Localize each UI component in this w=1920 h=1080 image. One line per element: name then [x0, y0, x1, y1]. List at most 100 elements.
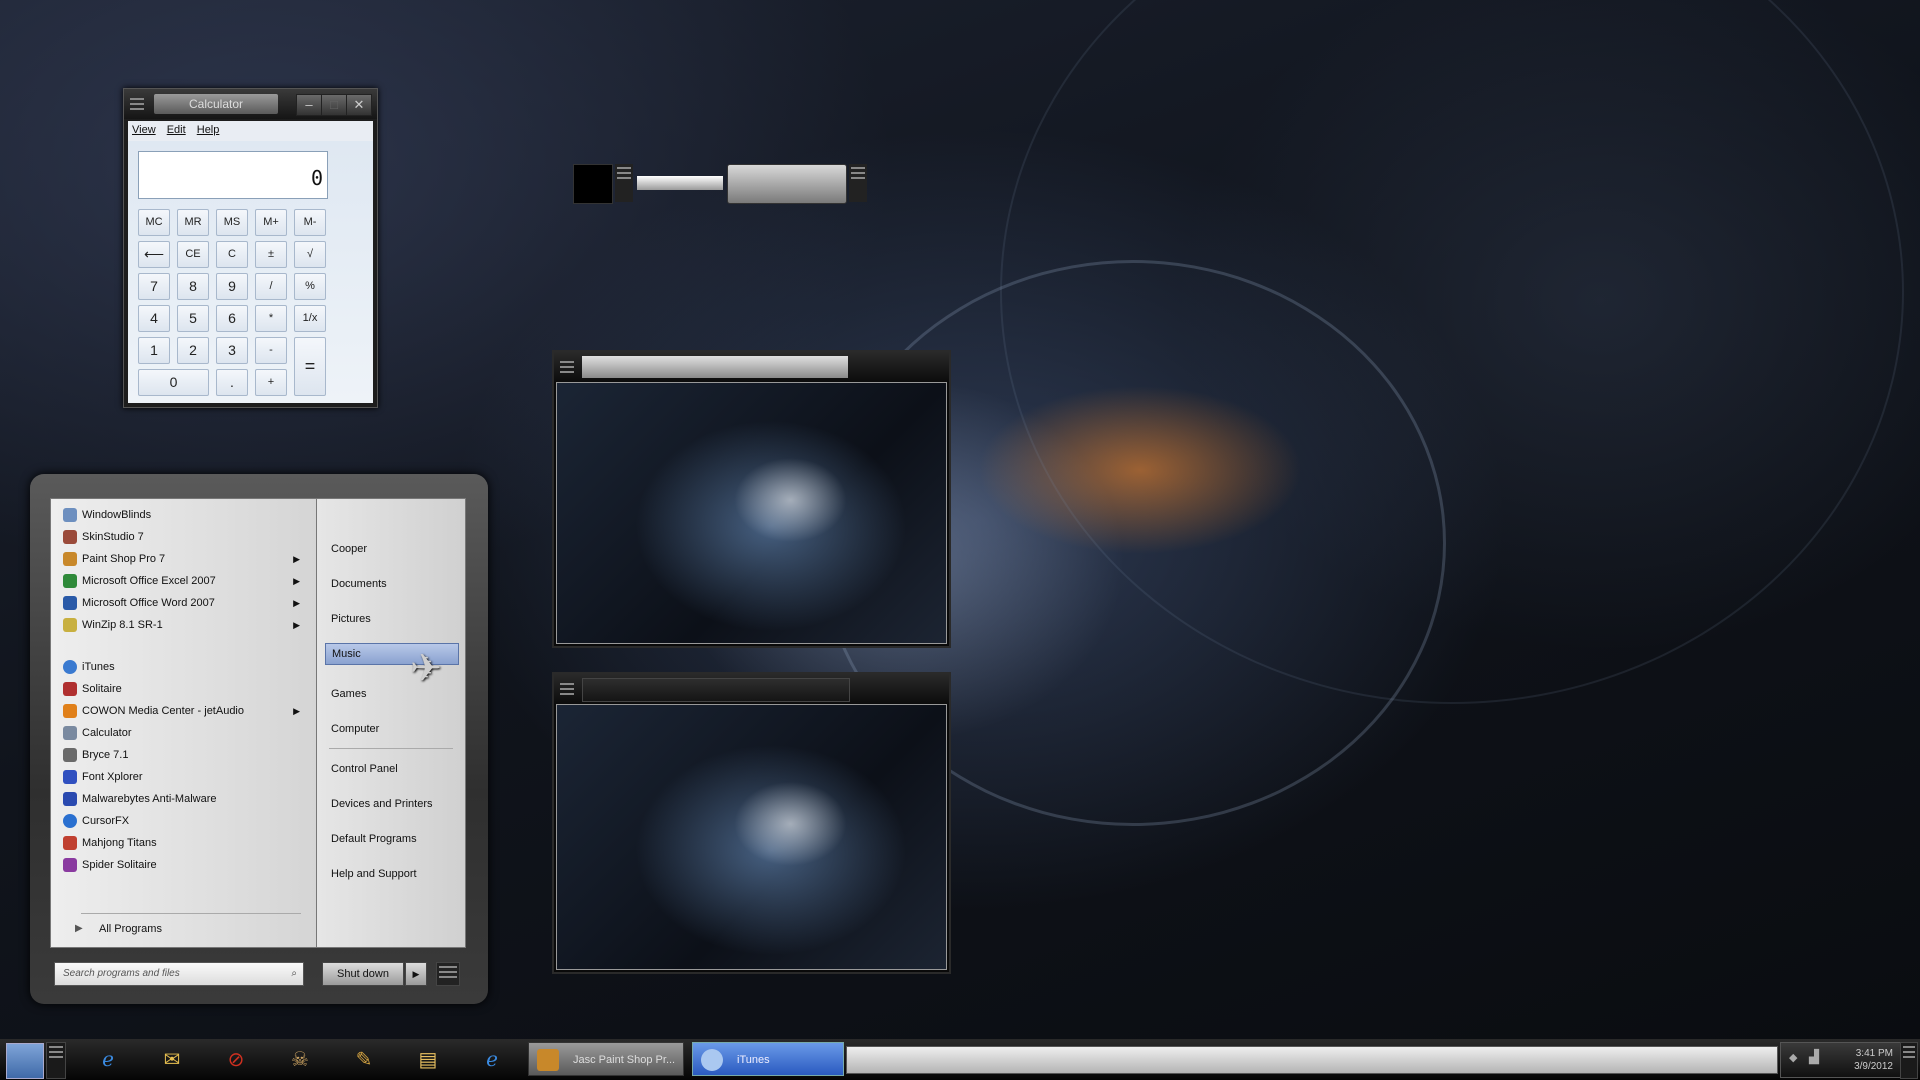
key-5[interactable]: 5 [177, 305, 209, 332]
program-word[interactable]: Microsoft Office Word 2007 ▶ [61, 593, 306, 613]
program-solitaire[interactable]: Solitaire [61, 679, 306, 699]
menu-help[interactable]: Help [197, 124, 220, 136]
gadget-panel-header[interactable] [554, 674, 949, 704]
program-label: SkinStudio 7 [82, 531, 144, 543]
internet-explorer-icon[interactable]: ℯ [88, 1044, 128, 1076]
shutdown-button[interactable]: Shut down [322, 962, 404, 986]
place-computer[interactable]: Computer [331, 719, 379, 739]
subtract-button[interactable]: - [255, 337, 287, 364]
key-1[interactable]: 1 [138, 337, 170, 364]
mr-button[interactable]: MR [177, 209, 209, 236]
reciprocal-button[interactable]: 1/x [294, 305, 326, 332]
equals-button[interactable]: = [294, 337, 326, 396]
m-plus-button[interactable]: M+ [255, 209, 287, 236]
program-winzip[interactable]: WinZip 8.1 SR-1 ▶ [61, 615, 306, 635]
pirate-game-icon[interactable]: ☠ [280, 1044, 320, 1076]
panel-grip-icon[interactable] [558, 358, 576, 376]
gadget-grip-icon[interactable] [849, 164, 867, 202]
program-cursorfx[interactable]: CursorFX [61, 811, 306, 831]
task-itunes[interactable]: iTunes [692, 1042, 844, 1076]
mc-button[interactable]: MC [138, 209, 170, 236]
no-entry-icon[interactable]: ⊘ [216, 1044, 256, 1076]
place-games[interactable]: Games [331, 684, 366, 704]
ms-button[interactable]: MS [216, 209, 248, 236]
gadget-grip-icon[interactable] [615, 164, 633, 202]
taskbar-grip-icon[interactable] [46, 1042, 66, 1079]
outlook-icon[interactable]: ✉ [152, 1044, 192, 1076]
calculator-titlebar[interactable]: Calculator – □ ✕ [124, 89, 377, 119]
ce-button[interactable]: CE [177, 241, 209, 268]
display-value: 0 [310, 166, 323, 190]
calculator-window: Calculator – □ ✕ View Edit Help 0 MC MR … [123, 88, 378, 408]
network-icon[interactable]: ▟ [1809, 1049, 1819, 1065]
place-pictures[interactable]: Pictures [331, 609, 371, 629]
paint-shop-icon[interactable]: ✎ [344, 1044, 384, 1076]
key-0[interactable]: 0 [138, 369, 209, 396]
menu-view[interactable]: View [132, 124, 156, 136]
program-label: Mahjong Titans [82, 837, 157, 849]
folder-icon[interactable]: ▤ [408, 1044, 448, 1076]
sqrt-button[interactable]: √ [294, 241, 326, 268]
panel-grip-icon[interactable] [558, 680, 576, 698]
key-8[interactable]: 8 [177, 273, 209, 300]
all-programs-button[interactable]: ▶ All Programs [61, 919, 306, 939]
program-paint-shop-pro[interactable]: Paint Shop Pro 7 ▶ [61, 549, 306, 569]
gadget-button[interactable] [727, 164, 847, 204]
place-default-programs[interactable]: Default Programs [331, 829, 417, 849]
program-mahjong-titans[interactable]: Mahjong Titans [61, 833, 306, 853]
program-font-xplorer[interactable]: Font Xplorer [61, 767, 306, 787]
task-paint-shop-pro[interactable]: Jasc Paint Shop Pr... [528, 1042, 684, 1076]
program-excel[interactable]: Microsoft Office Excel 2007 ▶ [61, 571, 306, 591]
taskbar-grip-icon[interactable] [1900, 1042, 1918, 1079]
program-windowblinds[interactable]: WindowBlinds [61, 505, 306, 525]
program-itunes[interactable]: iTunes [61, 657, 306, 677]
multiply-button[interactable]: * [255, 305, 287, 332]
key-9[interactable]: 9 [216, 273, 248, 300]
key-6[interactable]: 6 [216, 305, 248, 332]
place-user-folder[interactable]: Cooper [331, 539, 367, 559]
gadget-image-view [556, 382, 947, 644]
spider-icon [63, 858, 77, 872]
clear-button[interactable]: C [216, 241, 248, 268]
start-menu: WindowBlinds SkinStudio 7 Paint Shop Pro… [30, 474, 488, 1004]
divide-button[interactable]: / [255, 273, 287, 300]
m-minus-button[interactable]: M- [294, 209, 326, 236]
program-spider-solitaire[interactable]: Spider Solitaire [61, 855, 306, 875]
key-2[interactable]: 2 [177, 337, 209, 364]
start-menu-grip-icon[interactable] [436, 962, 460, 986]
program-jetaudio[interactable]: COWON Media Center - jetAudio ▶ [61, 701, 306, 721]
percent-button[interactable]: % [294, 273, 326, 300]
plus-minus-button[interactable]: ± [255, 241, 287, 268]
program-malwarebytes[interactable]: Malwarebytes Anti-Malware [61, 789, 306, 809]
taskbar-empty-strip [846, 1046, 1778, 1074]
menu-bar: View Edit Help [128, 121, 373, 141]
clock-time: 3:41 PM [1855, 1048, 1893, 1059]
start-button[interactable] [6, 1043, 44, 1079]
backspace-button[interactable]: ⟵ [138, 241, 170, 268]
add-button[interactable]: + [255, 369, 287, 396]
close-button[interactable]: ✕ [346, 94, 372, 116]
key-3[interactable]: 3 [216, 337, 248, 364]
program-bryce[interactable]: Bryce 7.1 [61, 745, 306, 765]
key-7[interactable]: 7 [138, 273, 170, 300]
clock[interactable]: 3:41 PM 3/9/2012 [1854, 1047, 1893, 1073]
place-documents[interactable]: Documents [331, 574, 387, 594]
key-4[interactable]: 4 [138, 305, 170, 332]
minimize-button[interactable]: – [296, 94, 322, 116]
shutdown-options-arrow-icon[interactable]: ▶ [405, 962, 427, 986]
search-box[interactable]: Search programs and files ⌕ [54, 962, 304, 986]
gadget-panel-header[interactable] [554, 352, 949, 382]
internet-explorer-icon[interactable]: ℯ [472, 1044, 512, 1076]
show-hidden-icons-icon[interactable]: ◆ [1789, 1051, 1797, 1064]
place-control-panel[interactable]: Control Panel [331, 759, 398, 779]
program-calculator[interactable]: Calculator [61, 723, 306, 743]
decimal-button[interactable]: . [216, 369, 248, 396]
place-help-support[interactable]: Help and Support [331, 864, 417, 884]
gadget-slider[interactable] [637, 176, 723, 190]
program-skinstudio[interactable]: SkinStudio 7 [61, 527, 306, 547]
solitaire-icon [63, 682, 77, 696]
window-menu-grip-icon[interactable] [128, 95, 146, 113]
maximize-button[interactable]: □ [321, 94, 347, 116]
place-devices-printers[interactable]: Devices and Printers [331, 794, 433, 814]
menu-edit[interactable]: Edit [167, 124, 186, 136]
